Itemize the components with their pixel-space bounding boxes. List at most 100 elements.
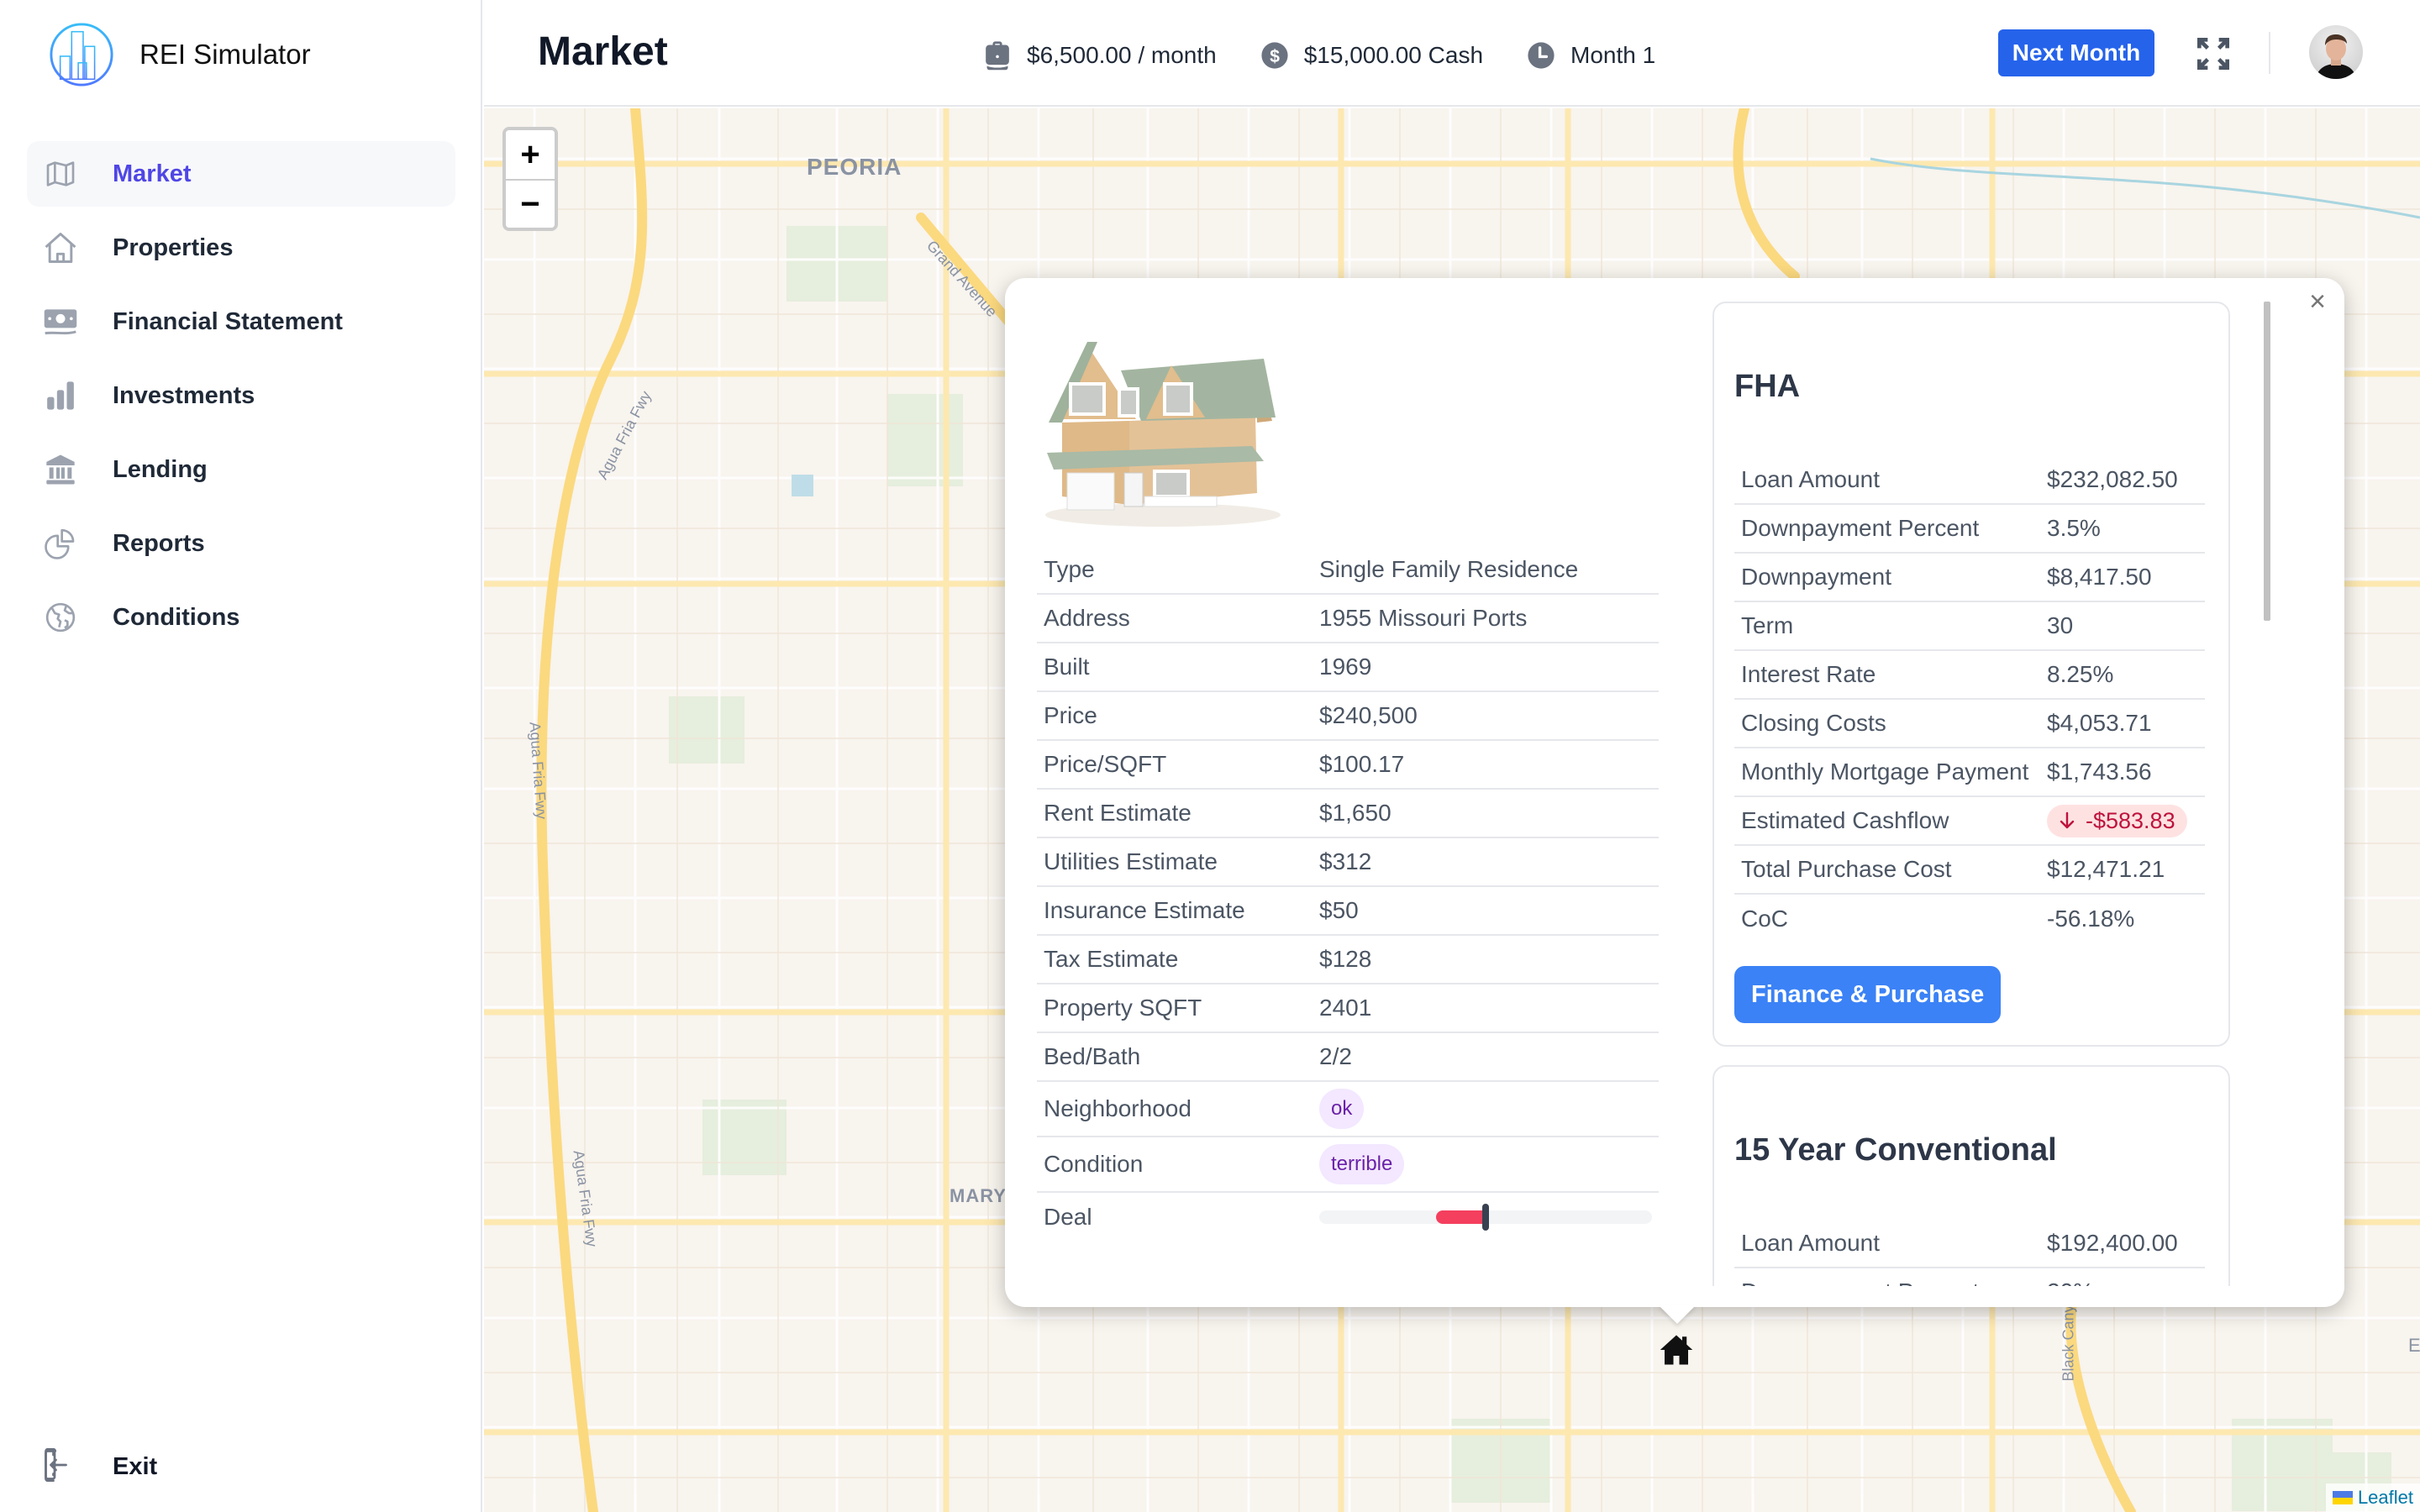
bar-chart-icon <box>42 377 79 414</box>
loan-title: 15 Year Conventional <box>1734 1132 2057 1168</box>
page-title: Market <box>538 29 668 74</box>
loan-table: Loan Amount $232,082.50 Downpayment Percen… <box>1734 455 2205 942</box>
bank-icon <box>42 451 79 488</box>
user-avatar[interactable] <box>2309 25 2363 79</box>
loan-key: Estimated Cashflow <box>1734 796 2040 846</box>
loan-value: $1,743.56 <box>2040 748 2205 797</box>
property-key: Bed/Bath <box>1037 1032 1313 1082</box>
loan-value: 30 <box>2040 601 2205 651</box>
sidebar-item-reports[interactable]: Reports <box>27 511 455 576</box>
house-image <box>1045 340 1281 527</box>
loan-table: Loan Amount$192,400.00Downpayment Percen… <box>1734 1219 2205 1286</box>
popup-scrollbar[interactable] <box>2264 302 2270 621</box>
globe-icon <box>42 599 79 636</box>
market-map[interactable]: + − PEORIA MARYV Grand Avenue Agua Fria … <box>484 108 2420 1512</box>
popup-close-button[interactable]: × <box>2301 285 2334 318</box>
loan-value: $192,400.00 <box>2040 1219 2205 1268</box>
property-value: ok <box>1313 1081 1659 1137</box>
sidebar-item-market[interactable]: Market <box>27 141 455 207</box>
sidebar-nav: Market Properties Financial Statement In… <box>27 141 455 659</box>
sidebar-item-label: Reports <box>113 529 205 557</box>
zoom-out-button[interactable]: − <box>506 179 555 228</box>
loan-value: $4,053.71 <box>2040 699 2205 748</box>
property-key: Deal <box>1044 1203 1092 1230</box>
zoom-in-button[interactable]: + <box>506 130 555 179</box>
deal-meter-marker <box>1482 1203 1489 1231</box>
property-row: Type Single Family Residence <box>1037 545 1659 595</box>
svg-text:$: $ <box>1270 46 1280 66</box>
loan-row: Downpayment $8,417.50 <box>1734 553 2205 602</box>
sidebar-item-label: Conditions <box>113 603 240 631</box>
fullscreen-button[interactable] <box>2196 37 2230 71</box>
deal-meter-fill <box>1435 1210 1486 1224</box>
loan-row: Downpayment Percent 3.5% <box>1734 504 2205 554</box>
loan-value: 3.5% <box>2040 504 2205 554</box>
sidebar-item-conditions[interactable]: Conditions <box>27 585 455 650</box>
condition-badge: terrible <box>1319 1144 1405 1184</box>
property-key: Type <box>1037 545 1313 595</box>
property-value <box>1313 1192 1659 1241</box>
property-row: Bed/Bath 2/2 <box>1037 1032 1659 1082</box>
loan-row: Term 30 <box>1734 601 2205 651</box>
property-value: Single Family Residence <box>1313 545 1659 595</box>
loan-value: $232,082.50 <box>2040 455 2205 505</box>
property-value: $312 <box>1313 837 1659 887</box>
property-key: Built <box>1037 643 1313 692</box>
property-key: Rent Estimate <box>1037 789 1313 838</box>
property-row: Utilities Estimate $312 <box>1037 837 1659 887</box>
map-label-peoria: PEORIA <box>807 154 902 180</box>
cash-stat: $ $15,000.00 Cash <box>1260 41 1483 70</box>
sidebar-item-lending[interactable]: Lending <box>27 437 455 502</box>
finance-purchase-button[interactable]: Finance & Purchase <box>1734 966 2002 1023</box>
loan-options: FHA Loan Amount $232,082.50 Downpayment Pe… <box>1712 302 2233 1286</box>
loan-row: Loan Amount $192,400.00 <box>1734 1219 2205 1268</box>
popup-tip <box>1659 1305 1696 1324</box>
sidebar-item-properties[interactable]: Properties <box>27 215 455 281</box>
loan-row: Total Purchase Cost $12,471.21 <box>1734 845 2205 895</box>
brand[interactable]: REI Simulator <box>49 22 311 87</box>
property-row: Condition terrible <box>1037 1137 1659 1193</box>
cashflow-value: -$583.83 <box>2086 807 2175 833</box>
leaflet-link[interactable]: Leaflet <box>2358 1487 2413 1509</box>
property-row: Price/SQFT $100.17 <box>1037 740 1659 790</box>
loan-key: Term <box>1734 601 2040 651</box>
cash-icon <box>42 303 79 340</box>
property-key: Price <box>1037 691 1313 741</box>
sidebar: REI Simulator Market Properties Financia… <box>0 0 482 1512</box>
clock-icon <box>1528 42 1555 69</box>
loan-key: Downpayment Percent <box>1734 1268 2040 1286</box>
exit-button[interactable]: Exit <box>42 1447 158 1486</box>
app-root: REI Simulator Market Properties Financia… <box>0 0 2420 1512</box>
property-key: Insurance Estimate <box>1037 886 1313 936</box>
property-popup: × Type Single Family Residence Address 1… <box>1005 278 2344 1324</box>
map-zoom-control: + − <box>502 127 558 231</box>
loan-card-15-year-conventional: 15 Year Conventional Loan Amount $192,400… <box>1712 1065 2230 1286</box>
property-value: $128 <box>1313 935 1659 984</box>
loan-row: Closing Costs $4,053.71 <box>1734 699 2205 748</box>
loan-key: Loan Amount <box>1734 455 2040 505</box>
property-value: terrible <box>1313 1137 1659 1193</box>
sidebar-item-investments[interactable]: Investments <box>27 363 455 428</box>
cashflow-badge: -$583.83 <box>2047 804 2187 837</box>
loan-key: Downpayment Percent <box>1734 504 2040 554</box>
property-value: $240,500 <box>1313 691 1659 741</box>
property-key: Property SQFT <box>1037 984 1313 1033</box>
header-divider <box>2269 32 2270 74</box>
loan-row: Estimated Cashflow -$583.83 <box>1734 796 2205 846</box>
sidebar-item-financial-statement[interactable]: Financial Statement <box>27 289 455 354</box>
exit-label: Exit <box>113 1453 158 1480</box>
loan-row: Loan Amount $232,082.50 <box>1734 455 2205 505</box>
monthly-income-value: $6,500.00 / month <box>1027 42 1217 68</box>
property-row: Tax Estimate $128 <box>1037 935 1659 984</box>
cash-value: $15,000.00 Cash <box>1303 42 1484 68</box>
top-header: Market $6,500.00 / month $ $15,000.00 Ca… <box>484 0 2420 107</box>
map-attribution[interactable]: Leaflet <box>2325 1483 2420 1512</box>
next-month-button[interactable]: Next Month <box>1998 29 2154 76</box>
month-stat: Month 1 <box>1527 41 1655 70</box>
arrow-down-icon <box>2060 811 2075 829</box>
city-logo-icon <box>50 23 113 87</box>
property-marker[interactable] <box>1659 1332 1694 1368</box>
month-value: Month 1 <box>1570 42 1656 68</box>
property-value: 1969 <box>1313 643 1659 692</box>
property-value: 1955 Missouri Ports <box>1313 594 1659 643</box>
